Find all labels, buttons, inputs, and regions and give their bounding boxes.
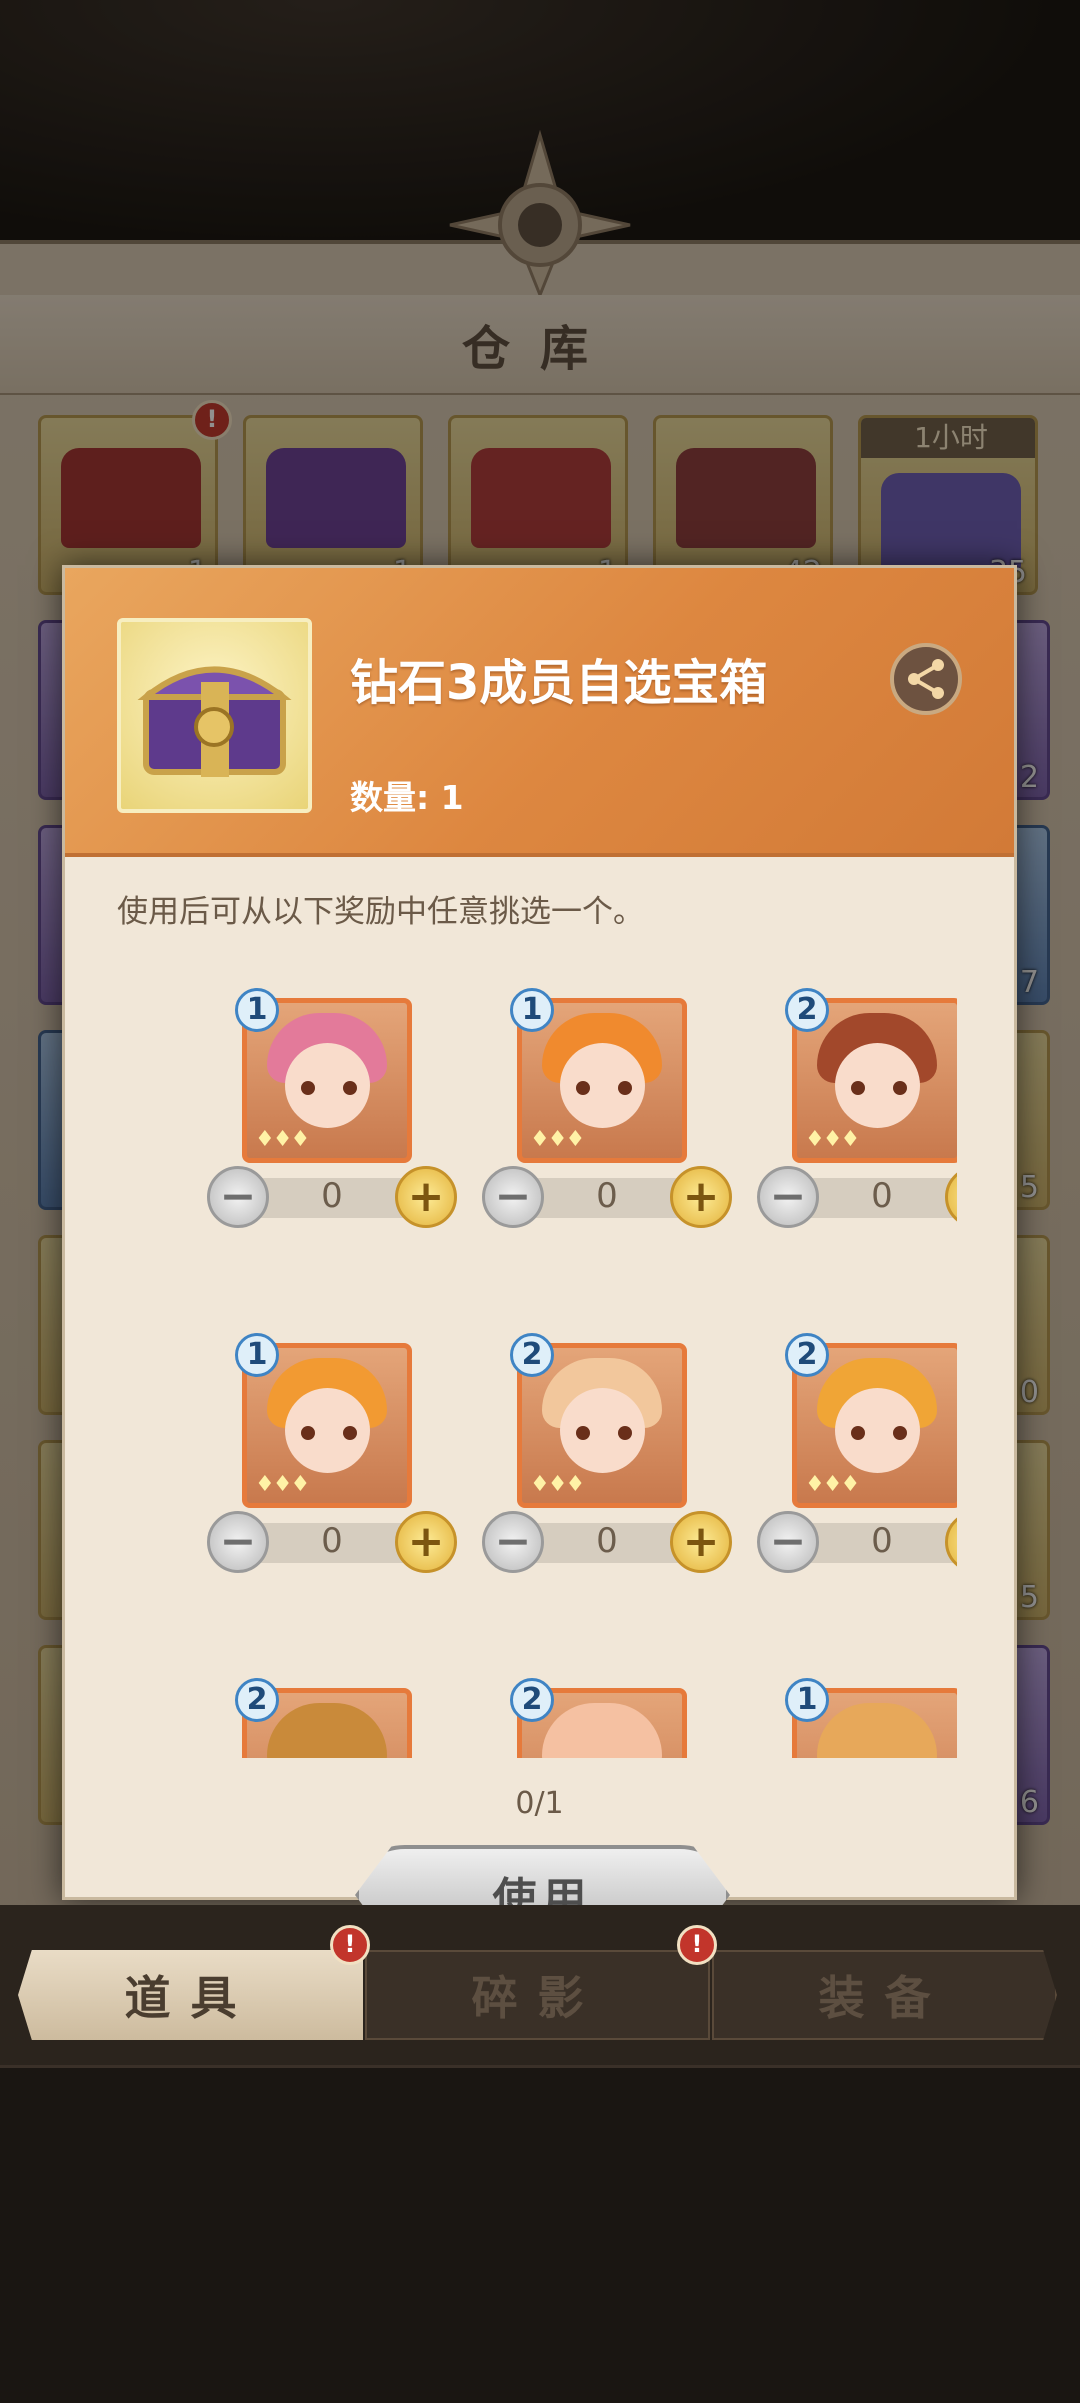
tab-equipment[interactable]: 装备 (712, 1950, 1057, 2040)
hero-hair (542, 1703, 662, 1758)
hero-choice: 2 (207, 1678, 457, 1758)
quantity-value: 0 (596, 1521, 618, 1561)
item-icon (117, 618, 312, 813)
tab-items[interactable]: 道具 (18, 1950, 363, 2040)
hero-choice: 2 (482, 1678, 732, 1758)
minus-button[interactable]: − (207, 1166, 269, 1228)
hero-choice: ♦♦♦ 2 − 0 + (482, 1333, 732, 1573)
hero-choice: ♦♦♦ 1 − 0 + (482, 988, 732, 1228)
hero-eyes (574, 1426, 634, 1440)
plus-button[interactable]: + (945, 1511, 957, 1573)
quantity-value: 0 (871, 1521, 893, 1561)
share-button[interactable] (890, 643, 962, 715)
minus-button[interactable]: − (757, 1166, 819, 1228)
quantity-stepper: − 0 + (757, 1166, 957, 1230)
hero-eyes (299, 1081, 359, 1095)
quantity-value: 0 (596, 1176, 618, 1216)
hero-choice: 1 (757, 1678, 957, 1758)
quantity-stepper: − 0 + (207, 1166, 457, 1230)
share-icon (908, 659, 944, 699)
level-badge: 1 (235, 988, 279, 1032)
hero-choice-list[interactable]: ♦♦♦ 1 − 0 + ♦♦♦ 1 − 0 + ♦♦♦ 2 − 0 ♦♦♦ 1 … (127, 988, 957, 1758)
minus-button[interactable]: − (207, 1511, 269, 1573)
quantity-stepper: − 0 + (482, 1166, 732, 1230)
tab-items-label: 道具 (124, 1971, 257, 2025)
tab-shards[interactable]: 碎影 (365, 1950, 710, 2040)
minus-button[interactable]: − (757, 1511, 819, 1573)
bottom-background (0, 2065, 1080, 2403)
level-badge: 2 (235, 1678, 279, 1722)
level-badge: 1 (510, 988, 554, 1032)
star-rating: ♦♦♦ (255, 1127, 310, 1152)
hero-hair (817, 1703, 937, 1758)
quantity-stepper: − 0 + (482, 1511, 732, 1575)
star-rating: ♦♦♦ (805, 1127, 860, 1152)
alert-badge: ! (677, 1925, 717, 1965)
star-rating: ♦♦♦ (805, 1472, 860, 1497)
quantity-value: 0 (321, 1521, 343, 1561)
purple-chest-icon (137, 666, 292, 777)
star-rating: ♦♦♦ (530, 1472, 585, 1497)
quantity-stepper: − 0 + (207, 1511, 457, 1575)
minus-button[interactable]: − (482, 1166, 544, 1228)
hero-choice: ♦♦♦ 2 − 0 + (757, 988, 957, 1228)
item-name: 钻石3成员自选宝箱 (350, 655, 768, 711)
hero-choice: ♦♦♦ 1 − 0 + (207, 988, 457, 1228)
quantity-value: 0 (871, 1176, 893, 1216)
bottom-tab-bar: 道具 碎影 装备 ! ! (0, 1905, 1080, 2065)
level-badge: 2 (510, 1678, 554, 1722)
hero-choice: ♦♦♦ 2 − 0 + (757, 1333, 957, 1573)
quantity-value: 0 (321, 1176, 343, 1216)
alert-badge: ! (330, 1925, 370, 1965)
hero-eyes (849, 1081, 909, 1095)
item-quantity: 数量: 1 (350, 778, 464, 817)
level-badge: 1 (785, 1678, 829, 1722)
plus-button[interactable]: + (395, 1511, 457, 1573)
dialog-description: 使用后可从以下奖励中任意挑选一个。 (117, 894, 644, 930)
selection-progress: 0/1 (515, 1786, 564, 1821)
dialog-header: 钻石3成员自选宝箱 数量: 1 (65, 568, 1014, 857)
hero-eyes (849, 1426, 909, 1440)
minus-button[interactable]: − (482, 1511, 544, 1573)
chest-select-dialog: 钻石3成员自选宝箱 数量: 1 使用后可从以下奖励中任意挑选一个。 ♦♦♦ 1 (62, 565, 1017, 1945)
hero-hair (267, 1703, 387, 1758)
tab-shards-label: 碎影 (471, 1971, 604, 2025)
level-badge: 2 (510, 1333, 554, 1377)
quantity-stepper: − 0 + (757, 1511, 957, 1575)
hero-eyes (574, 1081, 634, 1095)
level-badge: 1 (235, 1333, 279, 1377)
star-rating: ♦♦♦ (255, 1472, 310, 1497)
plus-button[interactable]: + (395, 1166, 457, 1228)
level-badge: 2 (785, 988, 829, 1032)
plus-button[interactable]: + (670, 1511, 732, 1573)
hero-eyes (299, 1426, 359, 1440)
plus-button[interactable]: + (670, 1166, 732, 1228)
tab-equipment-label: 装备 (818, 1971, 951, 2025)
hero-choice: ♦♦♦ 1 − 0 + (207, 1333, 457, 1573)
level-badge: 2 (785, 1333, 829, 1377)
star-rating: ♦♦♦ (530, 1127, 585, 1152)
plus-button[interactable]: + (945, 1166, 957, 1228)
